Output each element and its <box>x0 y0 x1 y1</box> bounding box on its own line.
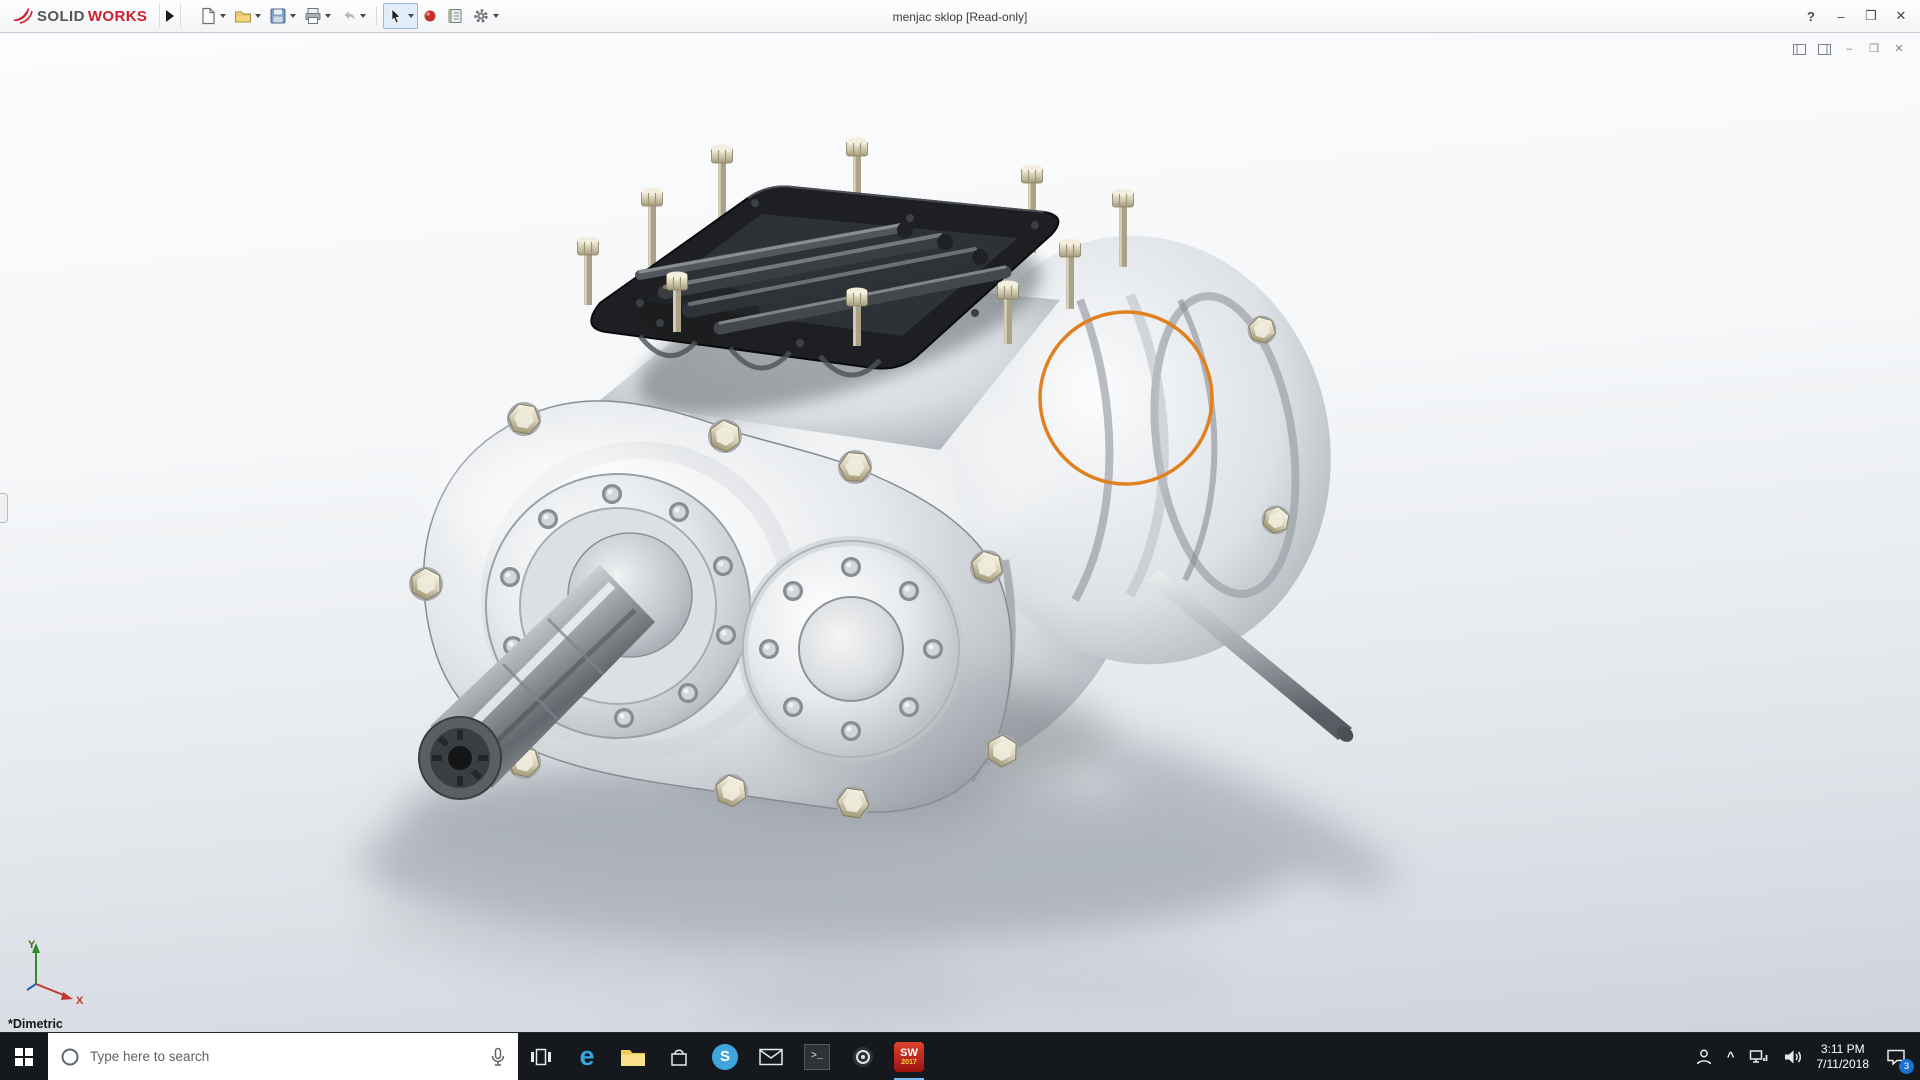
print-button[interactable] <box>300 3 335 29</box>
standard-toolbar <box>195 3 503 29</box>
secondary-flange <box>738 536 964 762</box>
dropdown-caret-icon <box>255 14 262 18</box>
dropdown-caret-icon <box>408 14 415 18</box>
windows-logo-icon <box>15 1047 33 1066</box>
design-library-button[interactable] <box>442 3 468 29</box>
help-button[interactable]: ? <box>1796 3 1826 29</box>
save-icon <box>270 8 286 24</box>
doc-close-button[interactable]: ✕ <box>1890 41 1908 57</box>
view-orientation-label: *Dimetric <box>8 1017 63 1031</box>
feature-panel-expand-handle[interactable] <box>0 492 8 523</box>
appearance-button[interactable] <box>418 3 442 29</box>
cortana-icon <box>61 1048 79 1065</box>
orientation-triad: Y X <box>26 939 84 1006</box>
speaker-icon <box>1784 1050 1801 1063</box>
skype-button[interactable]: S <box>702 1033 748 1080</box>
action-center-button[interactable]: 3 <box>1876 1033 1916 1080</box>
store-button[interactable] <box>656 1033 702 1080</box>
windows-taskbar: e S >_ SW 2017 <box>0 1032 1920 1080</box>
terminal-icon: >_ <box>804 1043 830 1070</box>
solidworks-taskbar-button[interactable]: SW 2017 <box>886 1033 932 1080</box>
document-window-controls: – ❐ ✕ <box>1790 41 1908 57</box>
volume-button[interactable] <box>1776 1033 1810 1080</box>
appearance-sphere-icon <box>424 10 436 22</box>
taskbar-clock[interactable]: 3:11 PM 7/11/2018 <box>1810 1033 1877 1080</box>
clock-time: 3:11 PM <box>1820 1041 1865 1056</box>
design-library-icon <box>448 9 462 23</box>
pane-icon <box>1817 43 1831 55</box>
mail-icon <box>759 1048 783 1065</box>
doc-restore-button[interactable]: ❐ <box>1865 41 1883 57</box>
network-icon <box>1749 1049 1767 1063</box>
people-icon <box>1696 1049 1712 1064</box>
skype-icon: S <box>712 1043 738 1070</box>
solidworks-logo: SOLID WORKS <box>4 6 153 26</box>
pane-icon <box>1792 43 1806 55</box>
titlebar: SOLID WORKS menjac sklop [Read-only] ? –… <box>0 0 1920 33</box>
print-icon <box>305 8 321 24</box>
doc-minimize-button[interactable]: – <box>1840 41 1858 57</box>
open-button[interactable] <box>230 3 265 29</box>
doc-pane-button-2[interactable] <box>1815 41 1833 57</box>
minimize-button[interactable]: – <box>1826 3 1856 29</box>
new-document-button[interactable] <box>195 3 230 29</box>
ds-logo-icon <box>13 8 33 24</box>
logo-text-solid: SOLID <box>37 7 85 25</box>
file-explorer-button[interactable] <box>610 1033 656 1080</box>
undo-icon <box>344 11 356 20</box>
y-axis-label: Y <box>28 939 36 951</box>
people-button[interactable] <box>1688 1033 1720 1080</box>
x-axis-label: X <box>76 995 84 1006</box>
maximize-button[interactable]: ❐ <box>1856 3 1886 29</box>
network-button[interactable] <box>1742 1033 1776 1080</box>
open-folder-icon <box>235 11 252 23</box>
store-bag-icon <box>671 1049 687 1066</box>
logo-text-works: WORKS <box>87 7 148 25</box>
search-input[interactable] <box>90 1049 480 1064</box>
start-button[interactable] <box>0 1033 48 1080</box>
dropdown-caret-icon <box>493 14 500 18</box>
clock-date: 7/11/2018 <box>1816 1056 1870 1071</box>
taskbar-search[interactable] <box>48 1033 518 1080</box>
task-view-button[interactable] <box>518 1033 564 1080</box>
microphone-icon[interactable] <box>490 1047 506 1067</box>
toolbar-separator <box>376 6 378 26</box>
tray-expand-button[interactable]: ^ <box>1720 1033 1742 1080</box>
flyout-arrow-icon <box>166 10 175 22</box>
close-button[interactable]: ✕ <box>1886 3 1916 29</box>
notification-badge: 3 <box>1899 1058 1914 1074</box>
window-controls: ? – ❐ ✕ <box>1796 3 1916 29</box>
x-axis-arrow-icon <box>61 992 73 1000</box>
graphics-viewport[interactable]: – ❐ ✕ Y X *Dimetric <box>0 33 1920 1032</box>
dropdown-caret-icon <box>360 14 367 18</box>
media-app-icon <box>853 1046 873 1067</box>
task-view-icon <box>531 1048 551 1065</box>
gearbox-3d-model[interactable] <box>0 33 1920 1032</box>
media-app-button[interactable] <box>840 1033 886 1080</box>
mail-button[interactable] <box>748 1033 794 1080</box>
undo-button[interactable] <box>335 3 370 29</box>
edge-button[interactable]: e <box>564 1033 610 1080</box>
gear-icon <box>474 9 489 23</box>
solidworks-app-icon: SW 2017 <box>894 1041 924 1072</box>
options-button[interactable] <box>468 3 503 29</box>
terminal-button[interactable]: >_ <box>794 1033 840 1080</box>
dropdown-caret-icon <box>220 14 227 18</box>
select-tool-button[interactable] <box>383 3 419 29</box>
z-axis-stub-icon <box>26 983 37 991</box>
save-button[interactable] <box>265 3 300 29</box>
system-tray: ^ 3:11 PM 7/11/2018 3 <box>1688 1033 1920 1080</box>
document-title: menjac sklop [Read-only] <box>892 9 1028 24</box>
edge-icon: e <box>579 1041 595 1071</box>
select-cursor-icon <box>391 8 402 24</box>
dropdown-caret-icon <box>290 14 297 18</box>
file-explorer-icon <box>621 1049 645 1066</box>
toolbar-flyout-button[interactable] <box>159 4 182 28</box>
dropdown-caret-icon <box>325 14 332 18</box>
new-document-icon <box>202 7 215 25</box>
doc-pane-button-1[interactable] <box>1790 41 1808 57</box>
chevron-up-icon: ^ <box>1726 1049 1735 1064</box>
